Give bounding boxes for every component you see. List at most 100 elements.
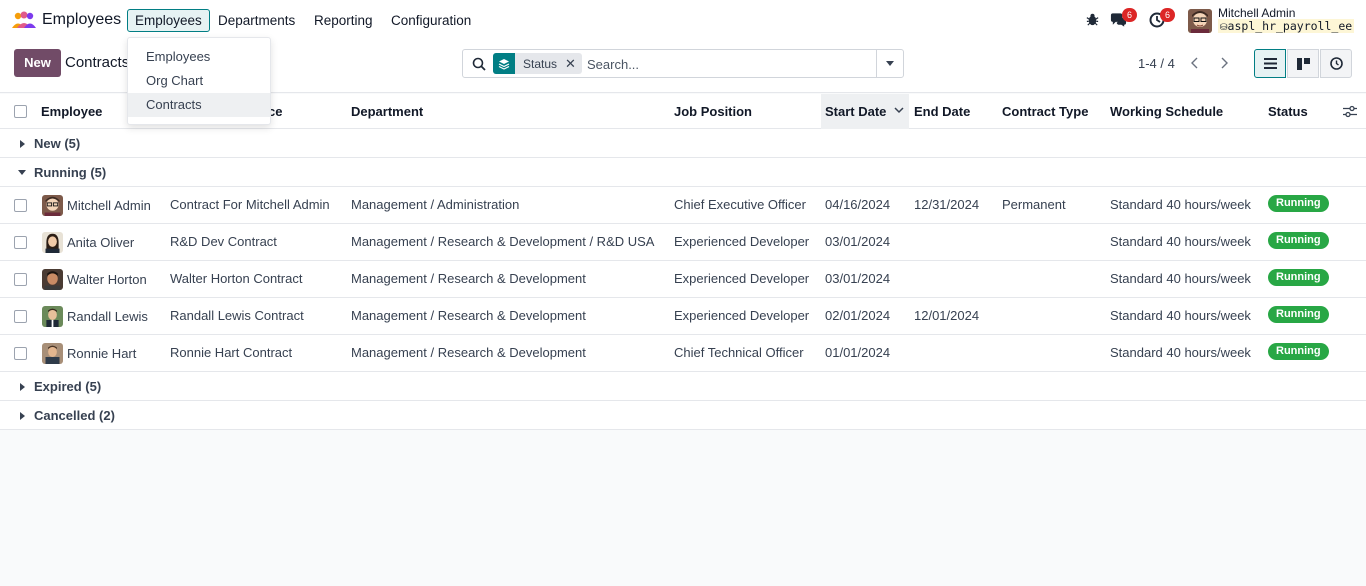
menu-configuration[interactable]: Configuration — [383, 9, 479, 32]
cell-end-date: 12/31/2024 — [914, 197, 980, 212]
search-input[interactable] — [587, 55, 867, 73]
status-badge: Running — [1268, 195, 1329, 212]
group-label: Expired (5) — [34, 379, 102, 394]
cell-start-date: 03/01/2024 — [825, 234, 891, 249]
cell-employee: Anita Oliver — [67, 235, 135, 250]
group-row-running[interactable]: Running (5) — [0, 158, 1366, 187]
bug-icon[interactable] — [1085, 12, 1100, 27]
user-avatar[interactable] — [1188, 9, 1212, 33]
row-checkbox[interactable] — [14, 236, 27, 249]
employees-dropdown-menu: Employees Org Chart Contracts — [127, 37, 271, 125]
cell-schedule: Standard 40 hours/week — [1110, 234, 1251, 249]
cell-department: Management / Research & Development — [351, 345, 586, 360]
col-department[interactable]: Department — [351, 104, 423, 119]
employee-avatar — [42, 269, 63, 290]
table-row[interactable]: Randall Lewis Randall Lewis Contract Man… — [0, 298, 1366, 335]
employee-avatar — [42, 232, 63, 253]
cell-end-date: 12/01/2024 — [914, 308, 980, 323]
status-badge: Running — [1268, 232, 1329, 249]
chevron-right-icon — [1221, 57, 1228, 69]
search-bar: Status ✕ — [462, 49, 904, 78]
database-icon: ⛁ — [1220, 23, 1228, 33]
kanban-view-button[interactable] — [1287, 49, 1319, 78]
activity-view-button[interactable] — [1320, 49, 1352, 78]
col-status[interactable]: Status — [1268, 104, 1308, 119]
caret-right-icon — [20, 383, 25, 391]
table-row[interactable]: Walter Horton Walter Horton Contract Man… — [0, 261, 1366, 298]
employee-avatar — [42, 306, 63, 327]
cell-schedule: Standard 40 hours/week — [1110, 345, 1251, 360]
caret-down-icon — [18, 170, 26, 175]
cell-schedule: Standard 40 hours/week — [1110, 197, 1251, 212]
caret-right-icon — [20, 140, 25, 148]
optional-columns-icon[interactable] — [1343, 105, 1357, 118]
col-start-date[interactable]: Start Date — [825, 104, 886, 119]
col-employee[interactable]: Employee — [41, 104, 102, 119]
list-icon — [1263, 58, 1277, 69]
user-name[interactable]: Mitchell Admin — [1218, 6, 1295, 20]
cell-reference: R&D Dev Contract — [170, 234, 277, 249]
row-checkbox[interactable] — [14, 347, 27, 360]
cell-reference: Walter Horton Contract — [170, 271, 303, 286]
cell-schedule: Standard 40 hours/week — [1110, 308, 1251, 323]
search-options-toggle[interactable] — [876, 50, 903, 77]
group-row-new[interactable]: New (5) — [0, 129, 1366, 158]
cell-contract-type: Permanent — [1002, 197, 1066, 212]
table-row[interactable]: Anita Oliver R&D Dev Contract Management… — [0, 224, 1366, 261]
cell-reference: Contract For Mitchell Admin — [170, 197, 330, 212]
status-badge: Running — [1268, 269, 1329, 286]
caret-right-icon — [20, 412, 25, 420]
group-row-cancelled[interactable]: Cancelled (2) — [0, 401, 1366, 430]
select-all-checkbox[interactable] — [14, 105, 27, 118]
list-view-button[interactable] — [1254, 49, 1286, 78]
cell-start-date: 04/16/2024 — [825, 197, 891, 212]
pager-previous[interactable] — [1181, 50, 1209, 76]
pager-value[interactable]: 1-4 / 4 — [1138, 56, 1175, 71]
cell-job: Experienced Developer — [674, 308, 810, 323]
col-contract-type[interactable]: Contract Type — [1002, 104, 1088, 119]
row-checkbox[interactable] — [14, 199, 27, 212]
sort-desc-icon — [894, 107, 904, 114]
menu-employees[interactable]: Employees — [127, 9, 210, 32]
app-name[interactable]: Employees — [42, 11, 121, 29]
group-label: Cancelled (2) — [34, 408, 115, 423]
cell-department: Management / Research & Development — [351, 308, 586, 323]
table-row[interactable]: Mitchell Admin Contract For Mitchell Adm… — [0, 187, 1366, 224]
cell-start-date: 03/01/2024 — [825, 271, 891, 286]
layers-icon — [493, 53, 515, 74]
cell-job: Experienced Developer — [674, 234, 810, 249]
dropdown-item-employees[interactable]: Employees — [128, 45, 270, 69]
cell-reference: Ronnie Hart Contract — [170, 345, 293, 360]
caret-down-icon — [886, 61, 894, 66]
top-navbar: Employees Employees Departments Reportin… — [0, 0, 1366, 41]
employees-app-icon[interactable] — [12, 11, 36, 29]
facet-remove-icon[interactable]: ✕ — [565, 56, 582, 72]
new-button[interactable]: New — [14, 49, 61, 77]
chevron-left-icon — [1191, 57, 1198, 69]
search-icon[interactable] — [472, 57, 486, 71]
status-badge: Running — [1268, 306, 1329, 323]
menu-departments[interactable]: Departments — [210, 9, 303, 32]
cell-schedule: Standard 40 hours/week — [1110, 271, 1251, 286]
col-working-schedule[interactable]: Working Schedule — [1110, 104, 1223, 119]
table-row[interactable]: Ronnie Hart Ronnie Hart Contract Managem… — [0, 335, 1366, 372]
contracts-list: Employee ce Department Job Position Star… — [0, 94, 1366, 430]
activities-badge: 6 — [1160, 8, 1175, 22]
dropdown-item-org-chart[interactable]: Org Chart — [128, 69, 270, 93]
cell-job: Experienced Developer — [674, 271, 810, 286]
cell-department: Management / Administration — [351, 197, 520, 212]
dropdown-item-contracts[interactable]: Contracts — [128, 93, 270, 117]
cell-department: Management / Research & Development / R&… — [351, 234, 655, 249]
employee-avatar — [42, 195, 63, 216]
menu-reporting[interactable]: Reporting — [306, 9, 381, 32]
cell-job: Chief Executive Officer — [674, 197, 806, 212]
employee-avatar — [42, 343, 63, 364]
status-badge: Running — [1268, 343, 1329, 360]
group-row-expired[interactable]: Expired (5) — [0, 372, 1366, 401]
row-checkbox[interactable] — [14, 273, 27, 286]
row-checkbox[interactable] — [14, 310, 27, 323]
col-job-position[interactable]: Job Position — [674, 104, 752, 119]
col-end-date[interactable]: End Date — [914, 104, 970, 119]
facet-label: Status — [523, 56, 558, 71]
pager-next[interactable] — [1210, 50, 1238, 76]
